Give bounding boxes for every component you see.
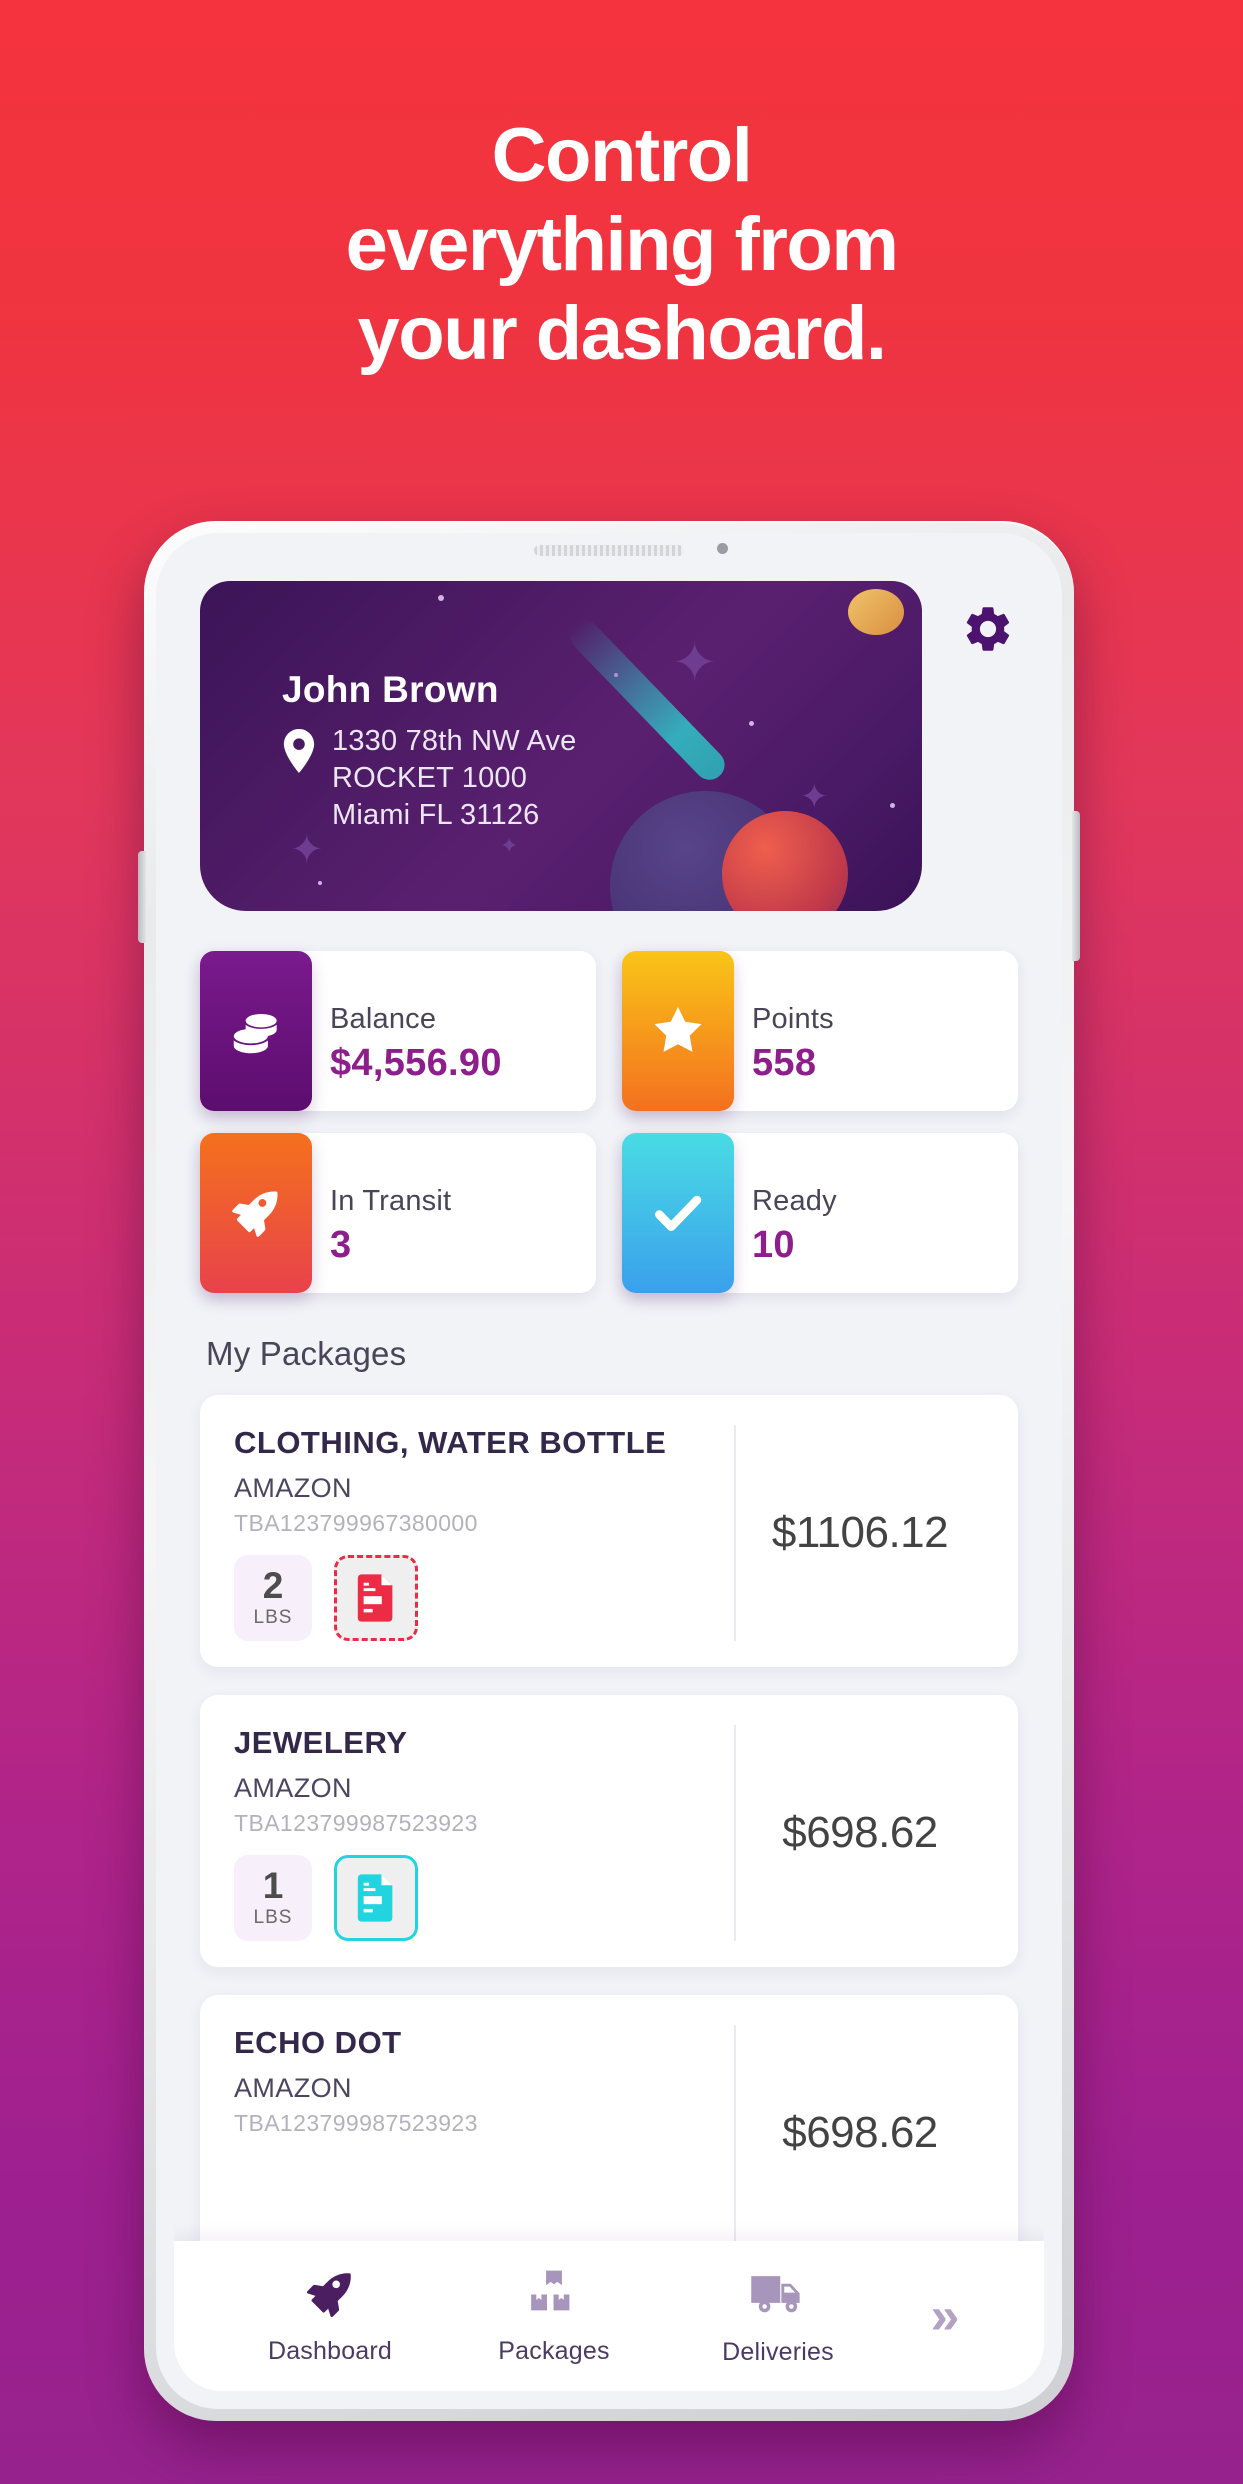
package-weight-badge: 1 LBS <box>234 1855 312 1941</box>
decorative-dot <box>438 595 444 601</box>
decorative-star: ✦ <box>800 778 829 816</box>
stat-card-balance[interactable]: Balance $4,556.90 <box>200 951 596 1111</box>
section-title-my-packages: My Packages <box>206 1335 407 1372</box>
package-name: CLOTHING, WATER BOTTLE <box>234 1425 667 1460</box>
stat-label: Balance <box>330 1003 437 1035</box>
phone-front-camera <box>717 543 728 554</box>
address-content: John Brown 1330 78th NW Ave ROCKET 1000 … <box>282 669 577 834</box>
package-list-item[interactable]: CLOTHING, WATER BOTTLE AMAZON TBA1237999… <box>200 1395 1018 1667</box>
package-weight-unit: LBS <box>253 1607 293 1628</box>
stat-label: Ready <box>752 1185 837 1217</box>
decorative-dot <box>318 881 322 885</box>
rocket-icon <box>200 1133 312 1293</box>
star-icon <box>622 951 734 1111</box>
stat-label: Points <box>752 1003 834 1035</box>
stat-card-points[interactable]: Points 558 <box>622 951 1018 1111</box>
decorative-star: ✦ <box>672 633 718 693</box>
gear-icon <box>961 602 1015 659</box>
settings-button[interactable] <box>958 599 1018 661</box>
package-merchant: AMAZON <box>234 1773 352 1803</box>
package-weight-value: 1 <box>262 1865 284 1906</box>
package-merchant: AMAZON <box>234 2073 352 2103</box>
phone-bezel: ✦ ✦ ✦ ✦ John Brown 1330 78th NW Ave ROCK… <box>156 533 1062 2409</box>
package-weight-badge: 2 LBS <box>234 1555 312 1641</box>
stat-value: 3 <box>330 1224 352 1266</box>
nav-label: Dashboard <box>267 2337 393 2365</box>
package-merchant: AMAZON <box>234 1473 352 1503</box>
stats-grid: Balance $4,556.90 Points 558 In Transit … <box>200 951 1018 1293</box>
package-tracking-number: TBA123799967380000 <box>234 1510 478 1536</box>
user-name: John Brown <box>282 669 499 710</box>
package-list-item[interactable]: JEWELERY AMAZON TBA123799987523923 1 LBS <box>200 1695 1018 1967</box>
nav-label: Deliveries <box>722 2338 834 2366</box>
decorative-dot <box>890 803 895 808</box>
package-price: $1106.12 <box>771 1508 949 1557</box>
bottom-navigation-bar: Dashboard Packages Deliveries » <box>174 2241 1044 2391</box>
stat-value: 558 <box>752 1042 817 1084</box>
boxes-icon <box>526 2266 582 2325</box>
stat-label: In Transit <box>330 1185 452 1217</box>
decorative-orb <box>848 589 904 635</box>
address-line-1: 1330 78th NW Ave <box>332 725 577 757</box>
truck-icon <box>749 2265 807 2326</box>
package-price: $698.62 <box>782 1808 938 1857</box>
phone-screen: ✦ ✦ ✦ ✦ John Brown 1330 78th NW Ave ROCK… <box>174 559 1044 2391</box>
nav-item-dashboard[interactable]: Dashboard <box>218 2266 442 2366</box>
headline-line-3: your dashoard. <box>357 290 888 376</box>
address-line-3: Miami FL 31126 <box>332 799 540 832</box>
invoice-document-icon[interactable] <box>334 1855 418 1941</box>
stat-value: 10 <box>752 1224 795 1266</box>
package-price: $698.62 <box>782 2108 938 2157</box>
invoice-document-icon[interactable] <box>334 1555 418 1641</box>
decorative-star: ✦ <box>500 833 519 858</box>
package-name: JEWELERY <box>234 1725 408 1760</box>
check-icon <box>622 1133 734 1293</box>
promo-headline: Control everything from your dashoard. <box>0 112 1243 379</box>
nav-item-deliveries[interactable]: Deliveries <box>666 2265 890 2367</box>
headline-line-2: everything from <box>345 201 899 287</box>
nav-item-packages[interactable]: Packages <box>442 2266 666 2366</box>
package-weight-unit: LBS <box>253 1907 293 1928</box>
phone-speaker-grille <box>534 545 684 556</box>
package-tracking-number: TBA123799987523923 <box>234 2110 478 2136</box>
stat-card-in-transit[interactable]: In Transit 3 <box>200 1133 596 1293</box>
stat-card-ready[interactable]: Ready 10 <box>622 1133 1018 1293</box>
package-name: ECHO DOT <box>234 2025 402 2060</box>
nav-more-button[interactable]: » <box>890 2286 1000 2346</box>
app-scroll-area[interactable]: ✦ ✦ ✦ ✦ John Brown 1330 78th NW Ave ROCK… <box>174 559 1044 2391</box>
decorative-dot <box>749 721 754 726</box>
package-weight-value: 2 <box>262 1565 284 1606</box>
stat-value: $4,556.90 <box>330 1042 502 1084</box>
address-line-2: ROCKET 1000 <box>332 762 528 795</box>
package-tracking-number: TBA123799987523923 <box>234 1810 478 1836</box>
rocket-icon <box>302 2266 358 2325</box>
address-card[interactable]: ✦ ✦ ✦ ✦ John Brown 1330 78th NW Ave ROCK… <box>200 581 922 911</box>
package-list-item[interactable]: ECHO DOT AMAZON TBA123799987523923 $698.… <box>200 1995 1018 2267</box>
headline-line-1: Control <box>491 113 753 198</box>
nav-label: Packages <box>498 2337 610 2365</box>
phone-mockup: ✦ ✦ ✦ ✦ John Brown 1330 78th NW Ave ROCK… <box>138 521 1080 2421</box>
header-row: ✦ ✦ ✦ ✦ John Brown 1330 78th NW Ave ROCK… <box>200 581 1018 911</box>
location-pin-icon <box>282 729 316 778</box>
coins-icon <box>200 951 312 1111</box>
decorative-dot <box>614 673 618 677</box>
